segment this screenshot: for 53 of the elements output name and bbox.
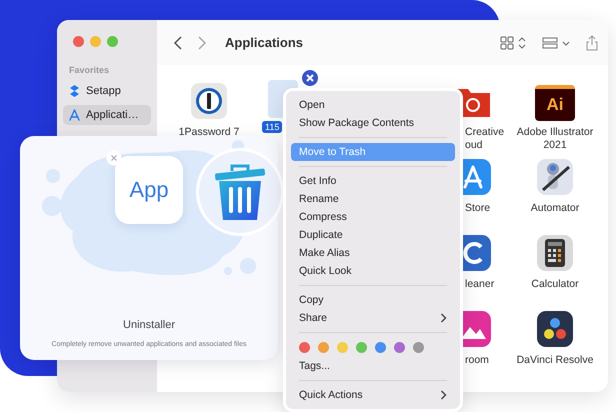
menu-item[interactable]: Make Alias xyxy=(291,244,455,262)
tag-dot[interactable] xyxy=(337,342,348,353)
menu-item[interactable]: Share xyxy=(291,309,455,327)
sidebar-item[interactable]: Setapp xyxy=(63,81,151,101)
color-wheels-icon[interactable] xyxy=(535,309,575,349)
app-label: DaVinci Resolve xyxy=(516,354,594,367)
app-label: room xyxy=(465,354,489,367)
menu-item[interactable]: Get Info xyxy=(291,172,455,190)
tag-dot[interactable] xyxy=(375,342,386,353)
menu-item[interactable]: Duplicate xyxy=(291,226,455,244)
menu-item[interactable]: Rename xyxy=(291,190,455,208)
menu-item[interactable]: Quick Look xyxy=(291,262,455,280)
calculator-icon[interactable] xyxy=(535,233,575,273)
menu-item[interactable]: Open xyxy=(291,96,455,114)
app-tile: App xyxy=(115,156,183,224)
back-icon[interactable] xyxy=(173,36,183,50)
tag-dot[interactable] xyxy=(318,342,329,353)
app-label: 2021 xyxy=(543,139,567,152)
remove-icon xyxy=(106,150,122,166)
chevron-right-icon xyxy=(440,390,447,400)
close-button[interactable] xyxy=(73,36,84,47)
window-title: Applications xyxy=(225,35,304,50)
tag-dot[interactable] xyxy=(356,342,367,353)
remove-badge-icon[interactable] xyxy=(302,70,318,86)
tag-dot[interactable] xyxy=(413,342,424,353)
menu-item[interactable]: Quick Actions xyxy=(291,386,455,404)
app-label: leaner xyxy=(465,278,494,291)
sidebar-item[interactable]: Applicati… xyxy=(63,105,151,125)
forward-icon[interactable] xyxy=(197,36,207,50)
menu-item[interactable]: Tags... xyxy=(291,357,455,375)
sidebar-heading: Favorites xyxy=(68,65,110,75)
count-badge: 115 xyxy=(262,121,282,133)
menu-item[interactable]: Compress xyxy=(291,208,455,226)
menu-item[interactable]: Copy xyxy=(291,291,455,309)
trash-icon xyxy=(214,163,266,221)
app-store-icon xyxy=(69,109,80,121)
app-label: Automator xyxy=(530,202,580,215)
tag-dot[interactable] xyxy=(299,342,310,353)
app-label: 1Password 7 xyxy=(178,126,240,139)
app-label: Creative xyxy=(465,126,504,139)
tag-dot[interactable] xyxy=(394,342,405,353)
share-icon[interactable] xyxy=(586,34,598,50)
app-label: Calculator xyxy=(531,278,579,291)
card-title: Uninstaller xyxy=(123,319,175,331)
app-label: Store xyxy=(465,202,490,215)
app-label: oud xyxy=(465,139,483,152)
group-icon[interactable] xyxy=(542,36,572,50)
menu-item[interactable]: Show Package Contents xyxy=(291,114,455,132)
grid-view-icon[interactable] xyxy=(500,36,528,50)
robot-icon[interactable] xyxy=(535,157,575,197)
chevron-right-icon xyxy=(440,313,447,323)
illustrator-icon[interactable]: Ai xyxy=(535,85,575,121)
app-label: Adobe Illustrator xyxy=(516,126,594,139)
